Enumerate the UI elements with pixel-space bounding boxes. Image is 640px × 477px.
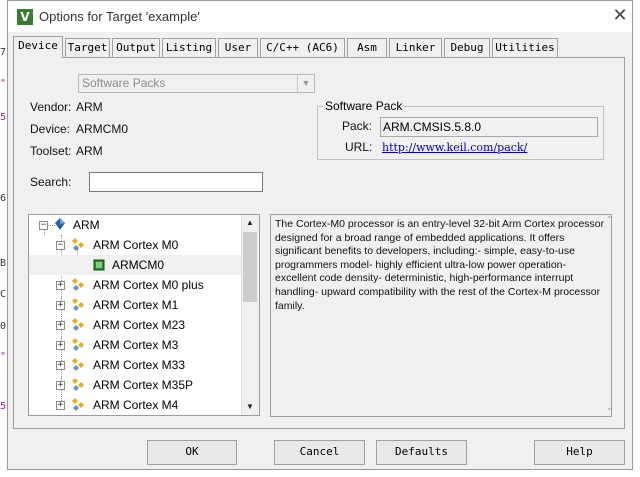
window-title: Options for Target 'example': [39, 9, 200, 24]
toolset-label: Toolset:: [30, 144, 72, 158]
vendor-diamond-icon: [55, 218, 65, 230]
pack-url-link[interactable]: http://www.keil.com/pack/: [382, 141, 527, 154]
tree-item-label: ARM Cortex M3: [93, 338, 179, 352]
tree-item-label: ARM Cortex M1: [93, 298, 179, 312]
source-select[interactable]: Software Packs ▼: [78, 74, 315, 93]
chevron-down-icon: ▼: [297, 75, 314, 92]
tab-debug[interactable]: Debug: [444, 38, 490, 57]
cancel-button[interactable]: Cancel: [274, 440, 365, 465]
tab-target[interactable]: Target: [65, 38, 110, 57]
gutter-char: C: [0, 289, 7, 300]
device-family-icon: [72, 338, 84, 351]
pack-label: Pack:: [342, 119, 373, 133]
device-family-icon: [72, 398, 84, 411]
gutter-char: ": [0, 351, 7, 362]
vendor-label: Vendor:: [30, 100, 72, 114]
tree-item-label: ARM Cortex M0 plus: [93, 278, 204, 292]
tree-item-label: ARMCM0: [112, 258, 165, 272]
tab-listing[interactable]: Listing: [162, 38, 216, 57]
tab-user[interactable]: User: [218, 38, 258, 57]
vendor-value: ARM: [76, 100, 103, 114]
scroll-thumb[interactable]: [243, 232, 257, 302]
expand-icon[interactable]: +: [56, 301, 65, 310]
software-pack-title: Software Pack: [323, 99, 405, 113]
tree-item[interactable]: + ARM Cortex M3: [29, 335, 242, 355]
tree-item[interactable]: − ARM Cortex M0: [29, 235, 242, 255]
expand-icon[interactable]: +: [56, 321, 65, 330]
tree-item-label: ARM: [73, 218, 100, 232]
search-label: Search:: [30, 175, 72, 189]
expand-icon[interactable]: +: [56, 281, 65, 290]
gutter-char: 5: [0, 112, 7, 123]
expand-icon[interactable]: +: [56, 361, 65, 370]
tree-item-label: ARM Cortex M35P: [93, 378, 194, 392]
tree-item-label: ARM Cortex M33: [93, 358, 186, 372]
collapse-icon[interactable]: −: [39, 221, 48, 230]
title-bar[interactable]: V Options for Target 'example' ✕: [8, 1, 632, 32]
tab-device[interactable]: Device: [13, 36, 63, 58]
desc-scroll-up-icon[interactable]: ⌃: [606, 215, 614, 224]
device-family-icon: [72, 278, 84, 291]
tree-item-label: ARM Cortex M4: [93, 398, 179, 412]
device-label: Device:: [30, 122, 71, 136]
tree-item[interactable]: + ARM Cortex M33: [29, 355, 242, 375]
desc-scroll-down-icon[interactable]: ⌄: [606, 403, 614, 412]
tree-item-label: ARM Cortex M23: [93, 318, 186, 332]
device-tree[interactable]: − ARM − ARM Cortex M0 ARMCM0 + ARM Corte…: [28, 214, 260, 416]
toolset-value: ARM: [76, 144, 103, 158]
tree-item[interactable]: + ARM Cortex M0 plus: [29, 275, 242, 295]
gutter-char: 7: [0, 47, 7, 58]
device-family-icon: [72, 318, 84, 331]
source-select-value: Software Packs: [82, 76, 166, 90]
tab-output[interactable]: Output: [112, 38, 160, 57]
tree-item[interactable]: + ARM Cortex M4: [29, 395, 242, 415]
device-family-icon: [72, 298, 84, 311]
tree-item-label: ARM Cortex M0: [93, 238, 179, 252]
tree-item[interactable]: − ARM: [29, 215, 242, 235]
gutter-char: B: [0, 258, 7, 269]
options-dialog: V Options for Target 'example' ✕ Device …: [7, 0, 633, 470]
search-input[interactable]: [89, 172, 263, 192]
device-value: ARMCM0: [76, 122, 129, 136]
tree-item[interactable]: + ARM Cortex M35P: [29, 375, 242, 395]
scroll-up-icon[interactable]: ▲: [242, 215, 258, 231]
gutter-char: ": [0, 78, 7, 89]
keil-app-icon: V: [17, 9, 33, 25]
expand-icon[interactable]: +: [56, 341, 65, 350]
tree-scrollbar[interactable]: ▲ ▼: [241, 215, 259, 415]
tree-item[interactable]: + ARM Cortex M1: [29, 295, 242, 315]
expand-icon[interactable]: +: [56, 381, 65, 390]
collapse-icon[interactable]: −: [56, 241, 65, 250]
chip-icon: [93, 259, 105, 271]
tab-asm[interactable]: Asm: [347, 38, 387, 57]
device-family-icon: [72, 358, 84, 371]
ok-button[interactable]: OK: [147, 440, 237, 465]
gutter-char: 6: [0, 193, 7, 204]
close-icon[interactable]: ✕: [610, 6, 630, 26]
tab-utilities[interactable]: Utilities: [492, 38, 558, 57]
tab-cc-ac6[interactable]: C/C++ (AC6): [260, 38, 345, 57]
gutter-char: 5: [0, 401, 7, 412]
tab-linker[interactable]: Linker: [389, 38, 442, 57]
help-button[interactable]: Help: [534, 440, 625, 465]
device-family-icon: [72, 378, 84, 391]
tree-item-selected[interactable]: ARMCM0: [29, 255, 242, 275]
expand-icon[interactable]: +: [56, 401, 65, 410]
pack-field: ARM.CMSIS.5.8.0: [380, 117, 598, 137]
device-family-icon: [72, 238, 84, 251]
scroll-down-icon[interactable]: ▼: [242, 399, 258, 415]
gutter-char: 0: [0, 321, 7, 332]
defaults-button[interactable]: Defaults: [376, 440, 467, 465]
device-description: The Cortex-M0 processor is an entry-leve…: [270, 214, 612, 417]
tree-item[interactable]: + ARM Cortex M23: [29, 315, 242, 335]
url-label: URL:: [345, 140, 373, 154]
